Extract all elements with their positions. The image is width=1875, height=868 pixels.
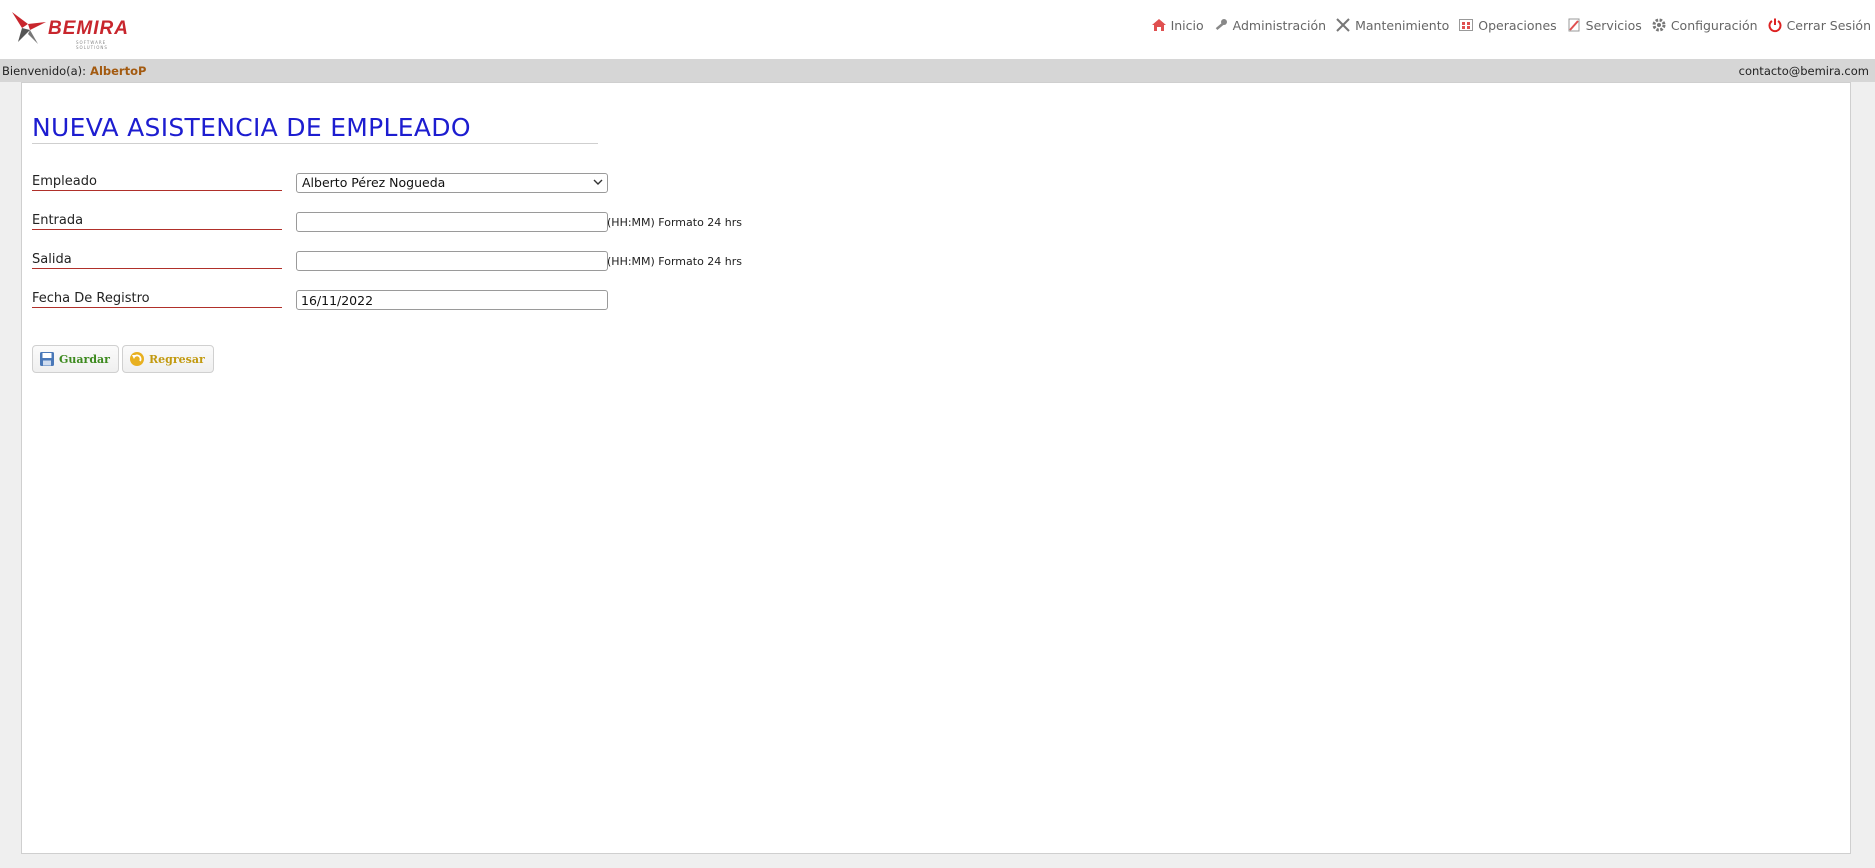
main-panel: NUEVA ASISTENCIA DE EMPLEADO Empleado Al… bbox=[21, 82, 1851, 854]
nav-administracion[interactable]: Administración bbox=[1213, 18, 1326, 33]
welcome-bar: Bienvenido(a): AlbertoP contacto@bemira.c… bbox=[0, 59, 1875, 82]
welcome-message: Bienvenido(a): AlbertoP bbox=[2, 64, 146, 78]
main-nav: Inicio Administración Mantenimiento Oper… bbox=[1142, 17, 1871, 33]
employee-label: Empleado bbox=[32, 174, 282, 191]
nav-label: Operaciones bbox=[1478, 17, 1557, 33]
chevron-down-icon bbox=[593, 179, 603, 185]
page-title: NUEVA ASISTENCIA DE EMPLEADO bbox=[32, 113, 471, 142]
exit-time-input[interactable] bbox=[296, 251, 608, 271]
nav-label: Configuración bbox=[1670, 17, 1758, 33]
welcome-username: AlbertoP bbox=[90, 64, 147, 78]
exit-format-hint: (HH:MM) Formato 24 hrs bbox=[607, 255, 743, 268]
nav-servicios[interactable]: Servicios bbox=[1566, 18, 1642, 33]
floppy-disk-icon bbox=[40, 352, 54, 366]
save-button-label: Guardar bbox=[59, 352, 110, 366]
nav-label: Inicio bbox=[1170, 17, 1204, 33]
date-input[interactable] bbox=[296, 290, 608, 310]
exit-label: Salida bbox=[32, 252, 282, 269]
nav-mantenimiento[interactable]: Mantenimiento bbox=[1335, 18, 1449, 33]
nav-cerrar-sesion[interactable]: Cerrar Sesión bbox=[1767, 17, 1871, 33]
nav-label: Mantenimiento bbox=[1355, 17, 1450, 33]
calendar-icon bbox=[1459, 19, 1474, 31]
back-button[interactable]: Regresar bbox=[122, 345, 214, 373]
tools-icon bbox=[1336, 18, 1350, 32]
title-divider bbox=[32, 143, 598, 144]
gear-icon bbox=[1652, 18, 1666, 32]
back-button-label: Regresar bbox=[149, 352, 205, 366]
top-header: BEMIRA SOFTWARE SOLUTIONS Inicio Adminis… bbox=[0, 0, 1875, 59]
entry-label: Entrada bbox=[32, 213, 282, 230]
power-icon bbox=[1768, 18, 1782, 33]
nav-label: Administración bbox=[1232, 17, 1327, 33]
nav-operaciones[interactable]: Operaciones bbox=[1458, 17, 1557, 33]
nav-configuracion[interactable]: Configuración bbox=[1651, 17, 1758, 33]
logo-tagline: SOFTWARE SOLUTIONS bbox=[76, 40, 108, 50]
contact-email[interactable]: contacto@bemira.com bbox=[1739, 64, 1869, 78]
employee-select[interactable]: Alberto Pérez Nogueda bbox=[296, 173, 608, 193]
welcome-prefix: Bienvenido(a): bbox=[2, 64, 87, 78]
save-button[interactable]: Guardar bbox=[32, 345, 119, 373]
company-logo[interactable]: BEMIRA SOFTWARE SOLUTIONS bbox=[8, 6, 138, 50]
key-icon bbox=[1215, 19, 1227, 31]
entry-format-hint: (HH:MM) Formato 24 hrs bbox=[607, 216, 743, 229]
employee-selected-value: Alberto Pérez Nogueda bbox=[302, 175, 446, 190]
home-icon bbox=[1151, 19, 1166, 31]
entry-time-input[interactable] bbox=[296, 212, 608, 232]
nav-label: Servicios bbox=[1585, 17, 1642, 33]
nav-inicio[interactable]: Inicio bbox=[1151, 18, 1204, 33]
logo-star-icon bbox=[12, 12, 46, 44]
date-label: Fecha De Registro bbox=[32, 291, 282, 308]
document-icon bbox=[1568, 18, 1580, 32]
nav-label: Cerrar Sesión bbox=[1786, 17, 1871, 33]
logo-wordmark: BEMIRA bbox=[48, 18, 129, 39]
back-arrow-icon bbox=[130, 352, 144, 366]
